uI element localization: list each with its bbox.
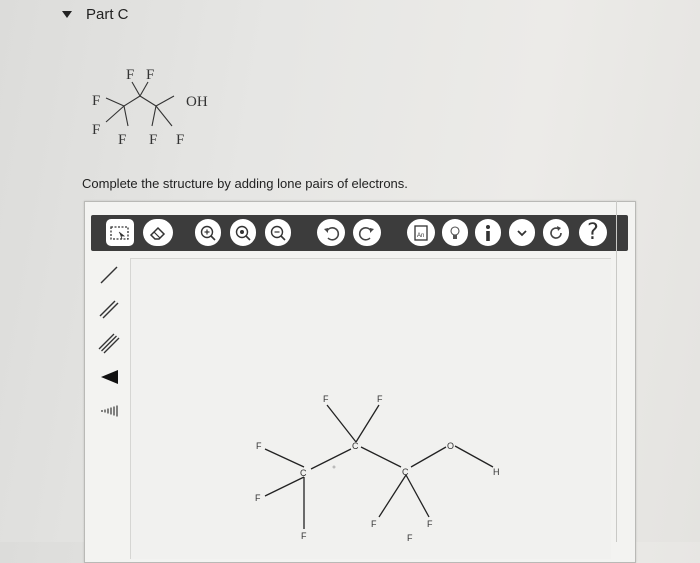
triangle-down-icon[interactable] [62, 11, 72, 18]
editor-right-border [616, 201, 617, 542]
structure-editor: An ? F F F F C C C F F F F O H [84, 201, 636, 563]
help-button[interactable]: ? [579, 219, 607, 246]
double-bond-icon [99, 300, 119, 319]
atom-label[interactable]: C [300, 468, 307, 478]
more-options-button[interactable] [509, 219, 535, 246]
zoom-out-icon [270, 225, 286, 241]
drawing-canvas[interactable]: F F F F C C C F F F F O H [130, 258, 611, 559]
template-icon: An [414, 224, 428, 241]
atom-label[interactable]: F [371, 519, 377, 529]
canvas-molecule[interactable]: F F F F C C C F F F F O H [131, 259, 611, 549]
atom-label: F [92, 93, 100, 109]
part-header[interactable]: Part C [62, 6, 129, 23]
single-bond-icon [100, 266, 118, 284]
reset-icon [550, 225, 562, 239]
hash-bond-button[interactable] [95, 398, 123, 424]
atom-label: F [176, 132, 184, 148]
single-bond-button[interactable] [95, 262, 123, 288]
instruction-text: Complete the structure by adding lone pa… [82, 176, 408, 191]
part-label: Part C [86, 6, 129, 23]
redo-button[interactable] [353, 219, 381, 246]
atom-label[interactable]: F [301, 531, 307, 541]
reset-button[interactable] [543, 219, 569, 246]
zoom-reset-icon [235, 225, 251, 241]
zoom-out-button[interactable] [265, 219, 291, 246]
hash-bond-icon [101, 405, 118, 417]
atom-label[interactable]: F [256, 441, 262, 451]
eraser-icon [149, 226, 166, 240]
select-button[interactable] [106, 219, 134, 246]
chevron-down-icon [517, 229, 527, 236]
bond-tools [95, 262, 125, 432]
question-molecule-image: F F F OH F F F F [92, 67, 208, 148]
atom-label: F [146, 67, 154, 83]
triple-bond-button[interactable] [95, 330, 123, 356]
zoom-reset-button[interactable] [230, 219, 256, 246]
atom-label: F [149, 132, 157, 148]
template-button[interactable]: An [407, 219, 435, 246]
atom-label[interactable]: F [255, 493, 261, 503]
editor-toolbar: An ? [91, 215, 628, 251]
redo-icon [358, 226, 374, 241]
zoom-in-icon [200, 225, 216, 241]
atom-label[interactable]: C [402, 467, 409, 477]
atom-label: F [92, 122, 100, 138]
wedge-bond-icon [101, 370, 118, 384]
atom-label: F [118, 132, 126, 148]
info-icon [486, 224, 490, 241]
template-label: An [417, 233, 424, 239]
atom-label: F [126, 67, 134, 83]
lightbulb-icon [450, 225, 460, 239]
hint-button[interactable] [442, 219, 468, 246]
atom-label[interactable]: O [447, 441, 454, 451]
wedge-bond-button[interactable] [95, 364, 123, 390]
undo-button[interactable] [317, 219, 345, 246]
atom-label[interactable]: H [493, 467, 500, 477]
double-bond-button[interactable] [95, 296, 123, 322]
atom-label[interactable]: F [427, 519, 433, 529]
info-button[interactable] [475, 219, 501, 246]
undo-icon [324, 226, 340, 241]
atom-label[interactable]: F [323, 394, 329, 404]
help-icon: ? [587, 219, 599, 245]
atom-label[interactable]: F [377, 394, 383, 404]
zoom-in-button[interactable] [195, 219, 221, 246]
atom-label: OH [186, 94, 208, 110]
triple-bond-icon [98, 333, 120, 354]
select-icon [110, 225, 129, 240]
atom-label[interactable]: C [352, 441, 359, 451]
eraser-button[interactable] [143, 219, 173, 246]
